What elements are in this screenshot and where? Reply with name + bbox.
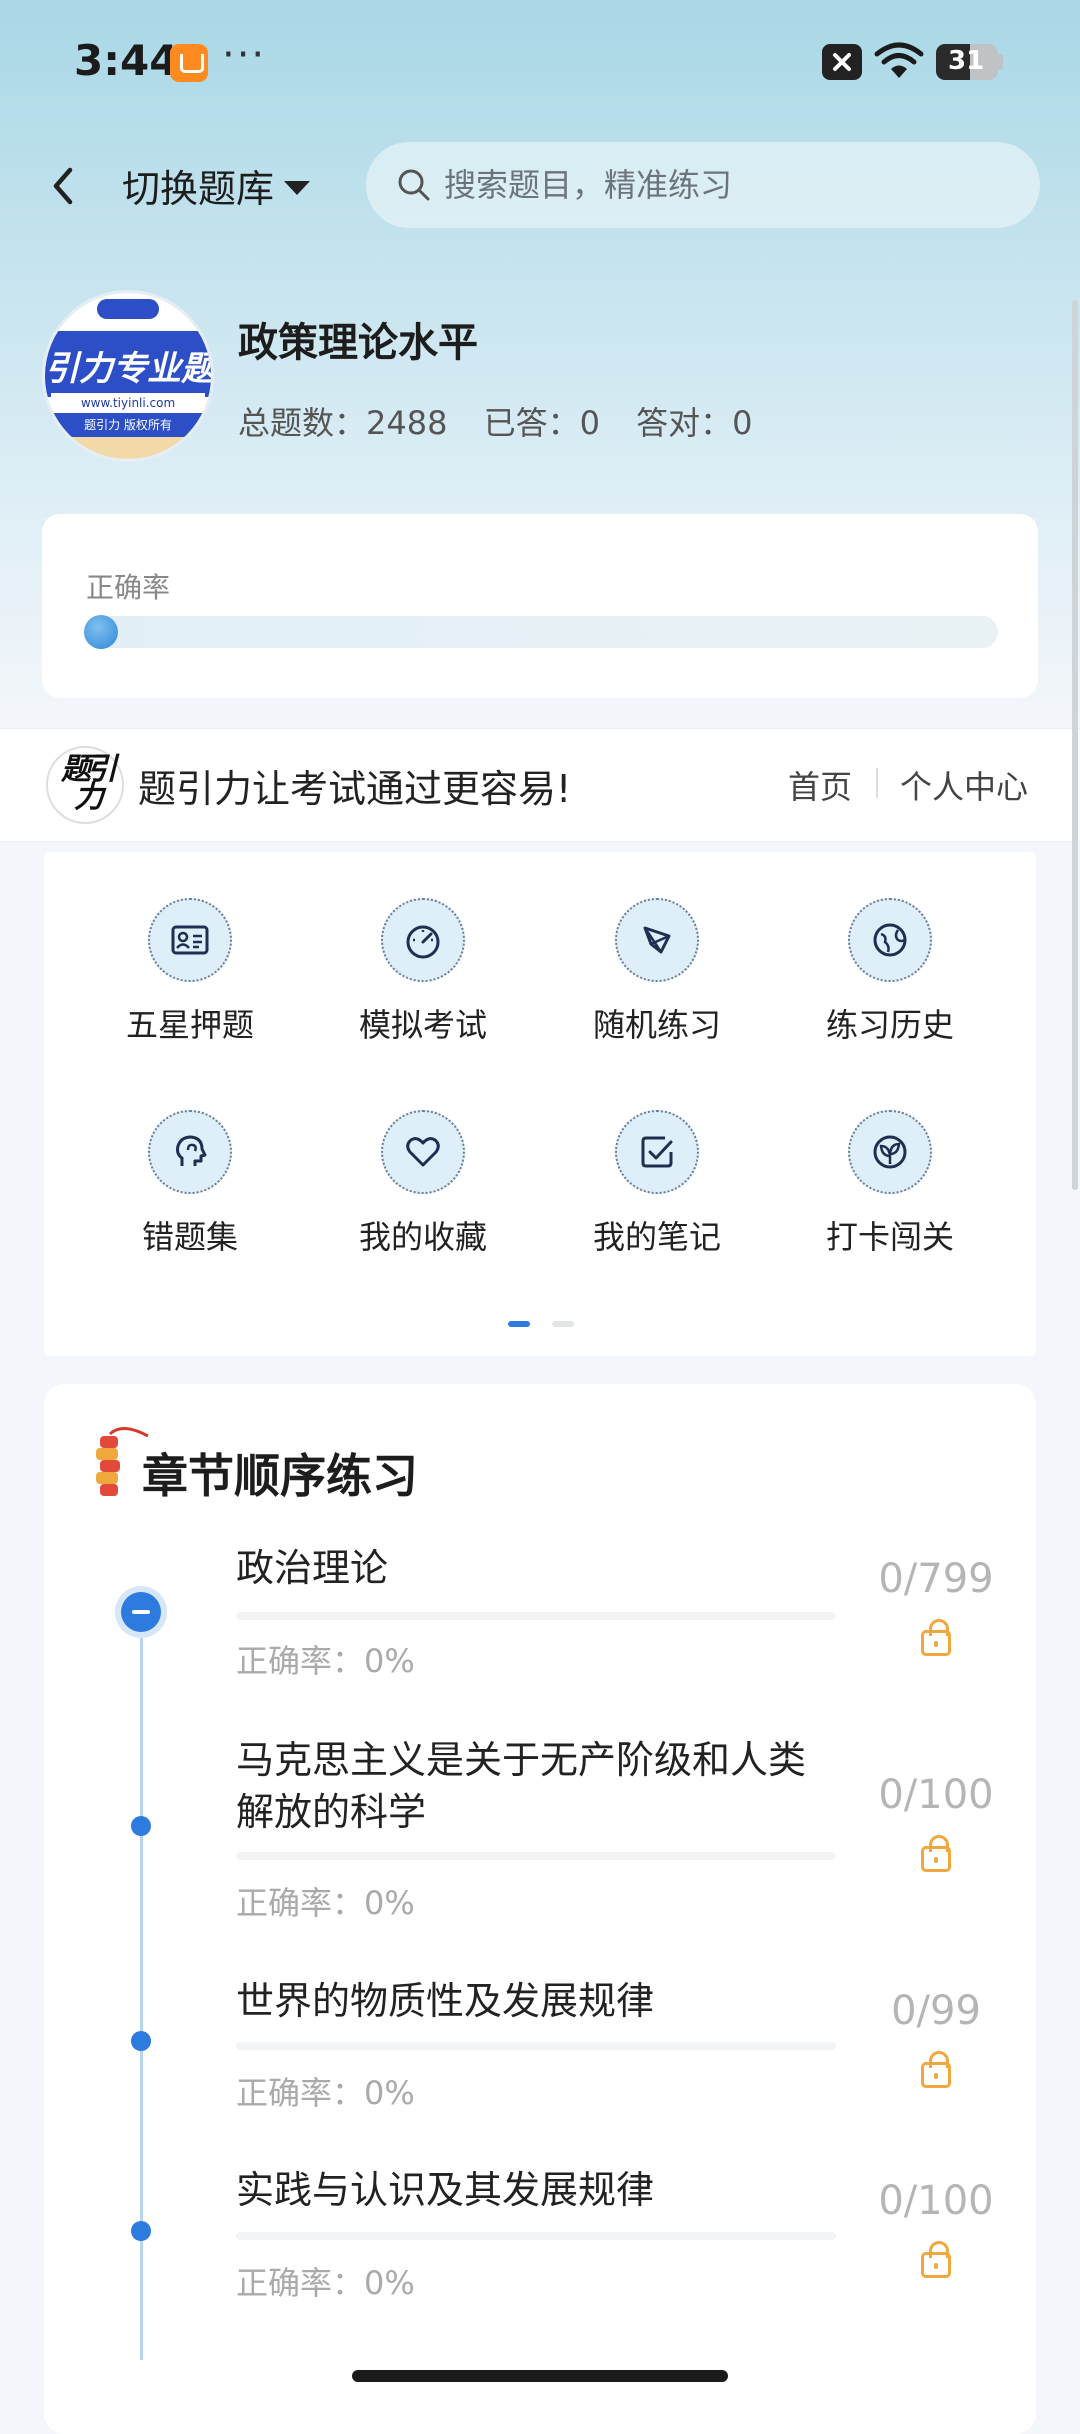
heart-icon xyxy=(381,1110,465,1194)
chapter-accuracy: 正确率：0% xyxy=(236,1642,415,1680)
status-time: 3:44 xyxy=(74,36,179,85)
chapter-name[interactable]: 世界的物质性及发展规律 xyxy=(236,1975,836,2027)
chapter-accuracy: 正确率：0% xyxy=(236,1884,415,1922)
lock-icon[interactable] xyxy=(921,2241,951,2278)
chapter-progress-bar xyxy=(236,2232,836,2240)
feature-random-practice[interactable]: 随机练习 xyxy=(557,898,757,1046)
timeline-line xyxy=(140,1610,143,2360)
brand-logo: 题引力 xyxy=(46,746,124,824)
chapter-progress-bar xyxy=(236,1852,836,1860)
note-check-icon xyxy=(615,1110,699,1194)
feature-favorites[interactable]: 我的收藏 xyxy=(323,1110,523,1258)
page-indicator[interactable] xyxy=(552,1321,574,1327)
banner-slogan: 题引力让考试通过更容易! xyxy=(138,767,572,811)
more-notifications-icon: ··· xyxy=(222,32,267,78)
chapter-progress-bar xyxy=(236,1612,836,1620)
chapter-name[interactable]: 实践与认识及其发展规律 xyxy=(236,2164,836,2216)
sprout-icon xyxy=(848,1110,932,1194)
avatar-url-text: www.tiyinli.com xyxy=(51,393,205,413)
library-avatar: 引力专业题 www.tiyinli.com 题引力 版权所有 xyxy=(42,290,214,462)
chapter-accuracy: 正确率：0% xyxy=(236,2074,415,2112)
wifi-icon xyxy=(874,42,924,78)
feature-mock-exam[interactable]: 模拟考试 xyxy=(323,898,523,1046)
avatar-brand-text: 引力专业题 xyxy=(45,349,214,389)
battery-tip xyxy=(998,54,1003,70)
profile-link[interactable]: 个人中心 xyxy=(900,762,1028,808)
chapter-progress-bar xyxy=(236,2042,836,2050)
chapter-count: 0/99 xyxy=(891,1988,981,2034)
library-title: 政策理论水平 xyxy=(238,320,478,366)
timeline-dot xyxy=(131,1816,151,1836)
caret-down-icon xyxy=(284,180,311,195)
timeline-dot xyxy=(131,2031,151,2051)
feature-check-in[interactable]: 打卡闯关 xyxy=(790,1110,990,1258)
shopping-app-icon xyxy=(170,44,208,82)
search-input[interactable] xyxy=(442,165,1006,205)
head-icon xyxy=(148,1110,232,1194)
globe-icon xyxy=(848,898,932,982)
search-bar[interactable] xyxy=(366,142,1040,228)
divider xyxy=(876,768,878,798)
lock-icon[interactable] xyxy=(921,2051,951,2088)
collapse-icon[interactable] xyxy=(121,1592,161,1632)
battery-icon: 31 xyxy=(936,44,998,80)
feature-wrong-questions[interactable]: 错题集 xyxy=(90,1110,290,1258)
stat-answered: 已答：0 xyxy=(483,404,600,442)
id-card-icon xyxy=(148,898,232,982)
accuracy-label: 正确率 xyxy=(86,571,171,604)
feature-notes[interactable]: 我的笔记 xyxy=(557,1110,757,1258)
back-arrow-icon[interactable] xyxy=(40,158,90,214)
library-stats: 总题数：2488 已答：0 答对：0 xyxy=(238,398,779,444)
home-indicator[interactable] xyxy=(352,2370,728,2382)
accuracy-progress-knob xyxy=(84,615,118,649)
switch-library-button[interactable]: 切换题库 xyxy=(122,158,311,213)
chapter-name[interactable]: 政治理论 xyxy=(236,1542,836,1594)
page-indicator-active xyxy=(508,1321,530,1327)
no-signal-icon xyxy=(822,44,862,80)
chapter-count: 0/100 xyxy=(878,2178,994,2224)
chapter-name[interactable]: 马克思主义是关于无产阶级和人类解放的科学 xyxy=(236,1734,836,1838)
stat-correct: 答对：0 xyxy=(636,404,753,442)
home-link[interactable]: 首页 xyxy=(788,762,852,808)
feature-five-star[interactable]: 五星押题 xyxy=(90,898,290,1046)
lock-icon[interactable] xyxy=(921,1619,951,1656)
chapter-accuracy: 正确率：0% xyxy=(236,2264,415,2302)
timeline-dot xyxy=(131,2221,151,2241)
chapter-count: 0/799 xyxy=(878,1556,994,1602)
chapter-section-title: 章节顺序练习 xyxy=(142,1449,418,1503)
search-icon xyxy=(398,169,430,201)
scrollbar[interactable] xyxy=(1072,300,1078,1190)
lock-icon[interactable] xyxy=(921,1835,951,1872)
chapter-count: 0/100 xyxy=(878,1772,994,1818)
feature-practice-history[interactable]: 练习历史 xyxy=(790,898,990,1046)
shuffle-icon xyxy=(615,898,699,982)
speedometer-icon xyxy=(381,898,465,982)
stat-total: 总题数：2488 xyxy=(238,404,448,442)
accuracy-progress-bar xyxy=(84,616,998,648)
switch-library-label: 切换题库 xyxy=(122,167,275,211)
accuracy-card xyxy=(42,514,1038,698)
avatar-footer-text: 题引力 版权所有 xyxy=(45,413,211,437)
